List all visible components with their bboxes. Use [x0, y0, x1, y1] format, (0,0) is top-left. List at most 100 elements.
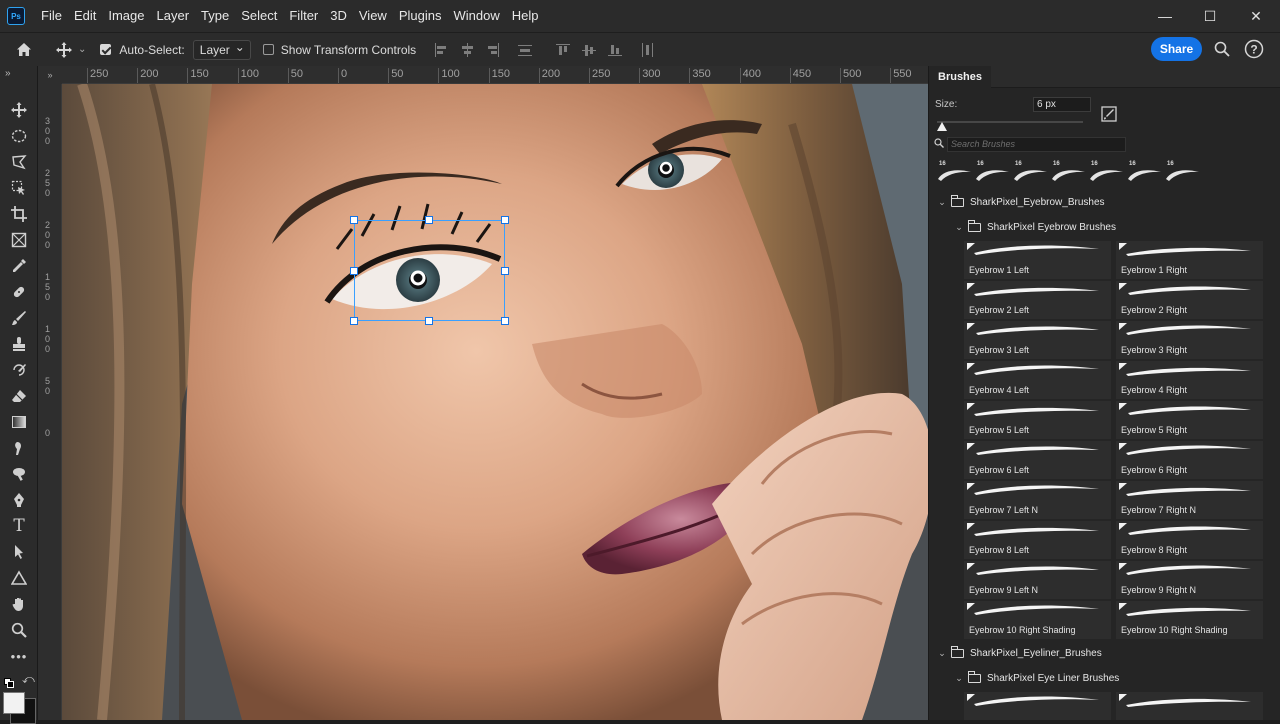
menu-type[interactable]: Type [195, 0, 235, 32]
brush-preset-item[interactable]: Eyebrow 3 Left [964, 321, 1111, 359]
help-icon[interactable]: ? [1243, 38, 1265, 60]
move-tool-icon[interactable] [52, 41, 76, 58]
chevron-down-icon[interactable]: ⌄ [936, 197, 948, 208]
transform-handle-left[interactable] [350, 267, 358, 275]
tool-preset-chevron-icon[interactable]: ⌄ [78, 44, 86, 55]
brush-preset-item[interactable]: Eyebrow 7 Left N [964, 481, 1111, 519]
recent-brush-preset[interactable]: 16 [1165, 161, 1202, 183]
smudge-tool-icon[interactable] [8, 437, 30, 459]
gradient-tool-icon[interactable] [8, 411, 30, 433]
transform-handle-bottom-right[interactable] [501, 317, 509, 325]
align-left-edges-icon[interactable] [434, 42, 448, 57]
auto-select-checkbox[interactable] [100, 44, 112, 55]
show-transform-checkbox[interactable] [262, 44, 274, 55]
menu-filter[interactable]: Filter [283, 0, 324, 32]
path-selection-icon[interactable] [8, 541, 30, 563]
brush-preset-item[interactable]: Eyebrow 10 Right Shading [1116, 601, 1263, 639]
transform-handle-right[interactable] [501, 267, 509, 275]
menu-view[interactable]: View [353, 0, 393, 32]
brush-group-row[interactable]: ⌄ SharkPixel_Eyebrow_Brushes [936, 193, 1105, 211]
brush-preset-item[interactable] [1116, 692, 1263, 720]
tab-brushes[interactable]: Brushes [929, 66, 992, 88]
distribute-horizontal-icon[interactable] [640, 42, 654, 57]
menu-image[interactable]: Image [102, 0, 150, 32]
recent-brush-preset[interactable]: 16 [1013, 161, 1050, 183]
brush-preset-item[interactable]: Eyebrow 3 Right [1116, 321, 1263, 359]
brush-size-slider[interactable] [937, 121, 1083, 123]
transform-handle-top-left[interactable] [350, 216, 358, 224]
shape-tool-icon[interactable] [8, 567, 30, 589]
transform-handle-top-right[interactable] [501, 216, 509, 224]
spot-healing-brush-icon[interactable] [8, 281, 30, 303]
minimize-icon[interactable]: — [1142, 0, 1188, 32]
brush-preset-item[interactable]: Eyebrow 9 Left N [964, 561, 1111, 599]
clone-stamp-icon[interactable] [8, 333, 30, 355]
brush-preset-item[interactable]: Eyebrow 8 Right [1116, 521, 1263, 559]
brush-preset-item[interactable]: Eyebrow 4 Left [964, 361, 1111, 399]
transform-handle-top[interactable] [425, 216, 433, 224]
brush-preset-item[interactable]: Eyebrow 4 Right [1116, 361, 1263, 399]
align-right-edges-icon[interactable] [486, 42, 500, 57]
menu-help[interactable]: Help [506, 0, 545, 32]
type-tool-icon[interactable]: T [8, 515, 30, 537]
brush-size-slider-thumb[interactable] [937, 122, 947, 131]
brush-preset-item[interactable]: Eyebrow 1 Right [1116, 241, 1263, 279]
menu-edit[interactable]: Edit [68, 0, 102, 32]
swap-colors-icon[interactable]: ⤺ [22, 672, 35, 687]
search-icon[interactable] [1212, 39, 1232, 59]
brush-subgroup-row[interactable]: ⌄ SharkPixel Eye Liner Brushes [953, 669, 1119, 687]
menu-file[interactable]: File [35, 0, 68, 32]
chevron-down-icon[interactable]: ⌄ [936, 648, 948, 659]
align-top-edges-icon[interactable] [556, 43, 571, 57]
menu-select[interactable]: Select [235, 0, 283, 32]
elliptical-marquee-icon[interactable] [8, 125, 30, 147]
transform-handle-bottom-left[interactable] [350, 317, 358, 325]
chevron-down-icon[interactable]: ⌄ [953, 222, 965, 233]
brush-preset-item[interactable]: Eyebrow 6 Right [1116, 441, 1263, 479]
brush-preset-item[interactable] [964, 692, 1111, 720]
brush-group-row[interactable]: ⌄ SharkPixel_Eyeliner_Brushes [936, 644, 1102, 662]
foreground-color-swatch[interactable] [3, 692, 25, 714]
align-vertical-centers-icon[interactable] [582, 43, 597, 57]
eraser-icon[interactable] [8, 385, 30, 407]
frame-tool-icon[interactable] [8, 229, 30, 251]
brush-preset-item[interactable]: Eyebrow 10 Right Shading [964, 601, 1111, 639]
maximize-icon[interactable]: ☐ [1187, 0, 1233, 32]
pen-tool-icon[interactable] [8, 489, 30, 511]
align-horizontal-centers-icon[interactable] [460, 42, 474, 57]
search-brushes-input[interactable]: Search Brushes [947, 137, 1126, 152]
menu-plugins[interactable]: Plugins [393, 0, 448, 32]
crop-tool-icon[interactable] [8, 203, 30, 225]
default-colors-icon[interactable] [4, 675, 14, 693]
recent-brush-preset[interactable]: 16 [937, 161, 974, 183]
brush-preset-item[interactable]: Eyebrow 1 Left [964, 241, 1111, 279]
hand-tool-icon[interactable] [8, 593, 30, 615]
menu-3d[interactable]: 3D [324, 0, 353, 32]
brush-size-field[interactable]: 6 px [1033, 97, 1091, 112]
object-selection-icon[interactable] [8, 177, 30, 199]
distribute-vertical-icon[interactable] [518, 43, 533, 57]
polygonal-lasso-icon[interactable] [8, 151, 30, 173]
recent-brush-preset[interactable]: 16 [1051, 161, 1088, 183]
auto-select-target-dropdown[interactable]: Layer [192, 38, 251, 60]
brush-preset-item[interactable]: Eyebrow 2 Left [964, 281, 1111, 319]
menu-window[interactable]: Window [447, 0, 505, 32]
brush-preset-item[interactable]: Eyebrow 6 Left [964, 441, 1111, 479]
menu-layer[interactable]: Layer [151, 0, 196, 32]
chevron-down-icon[interactable]: ⌄ [953, 673, 965, 684]
history-brush-icon[interactable] [8, 359, 30, 381]
dodge-tool-icon[interactable] [8, 463, 30, 485]
brush-preset-item[interactable]: Eyebrow 5 Right [1116, 401, 1263, 439]
move-tool-icon[interactable] [8, 99, 30, 121]
transform-bounding-box[interactable] [354, 220, 505, 321]
share-button[interactable]: Share [1151, 37, 1202, 61]
brush-tool-icon[interactable] [8, 307, 30, 329]
brush-preset-item[interactable]: Eyebrow 9 Right N [1116, 561, 1263, 599]
align-bottom-edges-icon[interactable] [608, 43, 623, 57]
brush-preset-item[interactable]: Eyebrow 2 Right [1116, 281, 1263, 319]
recent-brush-preset[interactable]: 16 [975, 161, 1012, 183]
more-tools-icon[interactable]: ••• [8, 645, 30, 667]
zoom-tool-icon[interactable] [8, 619, 30, 641]
recent-brush-preset[interactable]: 16 [1127, 161, 1164, 183]
recent-brush-preset[interactable]: 16 [1089, 161, 1126, 183]
